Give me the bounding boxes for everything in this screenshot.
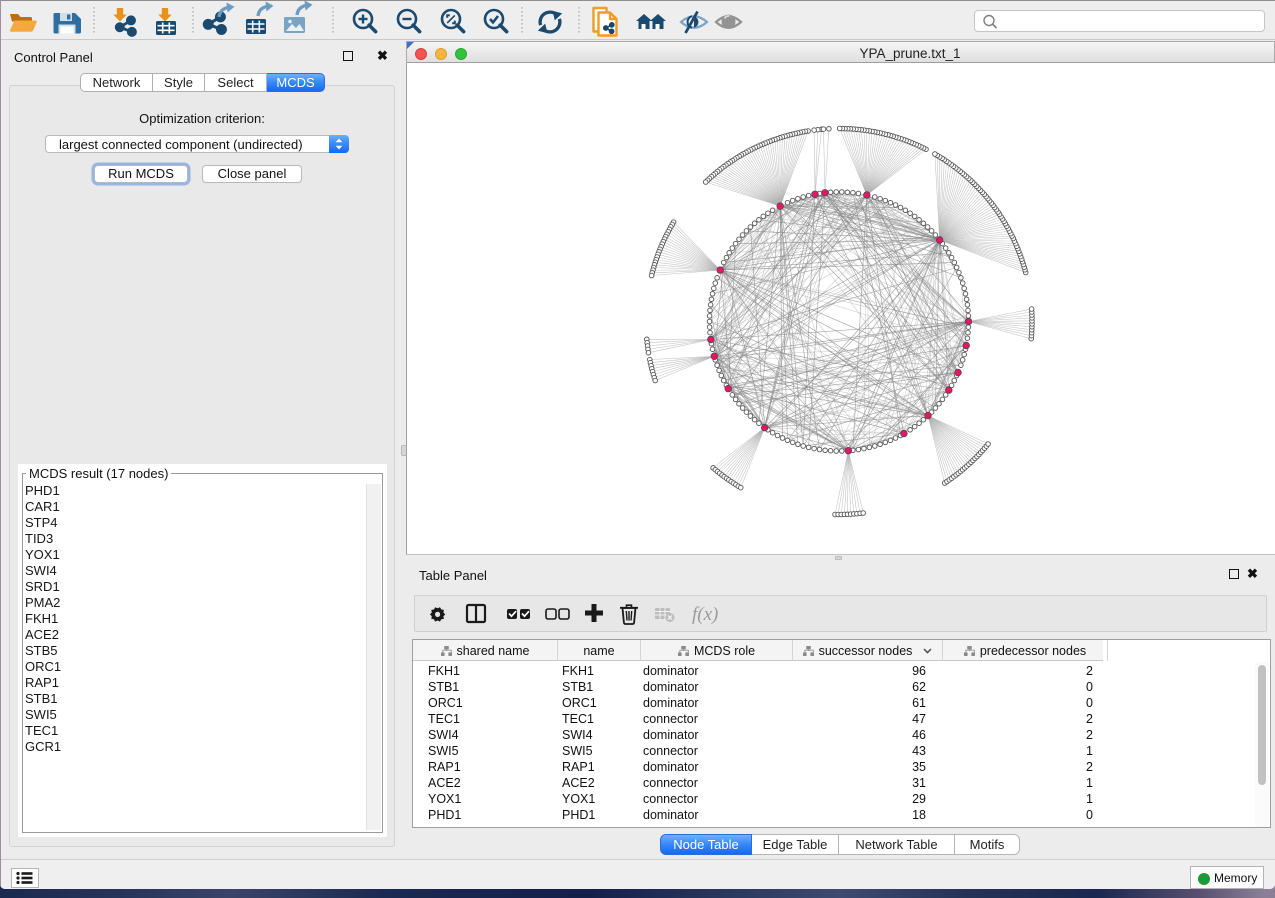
svg-text:f(x): f(x) — [692, 604, 718, 625]
